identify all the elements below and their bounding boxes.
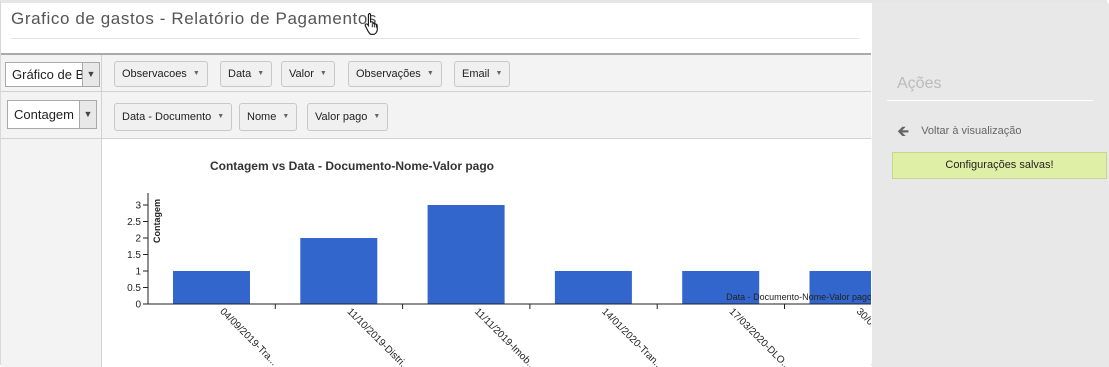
y-tick-label: 2: [135, 234, 141, 245]
field-chip[interactable]: Observacoes ▼: [114, 61, 208, 87]
bar: [554, 271, 632, 304]
field-chip-label: Observacoes: [122, 68, 187, 80]
actions-panel: Ações 🡸 Voltar à visualização Configuraç…: [872, 3, 1109, 367]
caret-down-icon: ▼: [426, 70, 434, 78]
back-to-view-link[interactable]: 🡸 Voltar à visualização: [897, 124, 1022, 139]
field-chip[interactable]: Email ▼: [454, 61, 511, 87]
field-chip-label: Observações: [356, 68, 421, 80]
caret-down-icon: ▼: [257, 70, 265, 78]
hand-cursor-icon: [364, 12, 378, 35]
x-tick-label: 17/03/2020-DLO...: [727, 306, 793, 367]
field-chip-label: Data: [228, 68, 252, 80]
x-tick-label: 04/09/2019-Tra...: [217, 306, 279, 367]
caret-down-icon: ▼: [217, 113, 225, 121]
y-axis-label: Contagem: [152, 199, 162, 243]
bar-chart-svg: Contagem vs Data - Documento-Nome-Valor …: [127, 159, 871, 367]
caret-down-icon: ▼: [319, 70, 327, 78]
actions-title: Ações: [897, 75, 942, 92]
field-chip[interactable]: Observações ▼: [348, 61, 442, 87]
bar: [427, 205, 505, 304]
row-field-chip[interactable]: Nome ▼: [239, 103, 298, 131]
arrow-left-icon[interactable]: 🡸: [897, 124, 909, 139]
y-tick-label: 1: [135, 267, 141, 278]
chevron-down-icon[interactable]: ▼: [79, 101, 96, 128]
field-chip[interactable]: Valor ▼: [281, 61, 335, 87]
caret-down-icon: ▼: [282, 113, 290, 121]
bar-chart: Contagem vs Data - Documento-Nome-Valor …: [102, 138, 871, 367]
x-tick-label: 11/11/2019-Imob...: [472, 306, 538, 367]
pivot-left-column: [1, 139, 101, 367]
chevron-down-icon[interactable]: ▼: [82, 63, 99, 86]
row-field-chip-label: Nome: [247, 111, 277, 123]
pivot-row-fields: Contagem ▼ Data - Documento ▼ Nome ▼ Valor…: [1, 92, 871, 139]
status-message: Configurações salvas!: [892, 152, 1107, 179]
row-field-chip[interactable]: Valor pago ▼: [307, 103, 389, 131]
y-tick-label: 3: [135, 201, 141, 212]
bar: [300, 238, 378, 304]
y-tick-label: 1.5: [127, 250, 141, 261]
x-tick-label: 11/10/2019-Distri...: [345, 306, 412, 367]
caret-down-icon: ▼: [495, 70, 503, 78]
field-chip-label: Email: [462, 68, 490, 80]
caret-down-icon: ▼: [192, 70, 200, 78]
x-axis-label: Data - Documento-Nome-Valor pago: [726, 292, 871, 302]
back-to-view-label: Voltar à visualização: [921, 125, 1022, 137]
page-title: Grafico de gastos - Relatório de Pagamen…: [11, 9, 377, 28]
row-field-chip[interactable]: Data - Documento ▼: [114, 103, 233, 131]
y-tick-label: 2.5: [127, 217, 141, 228]
field-chip[interactable]: Data ▼: [220, 61, 273, 87]
main-panel: Grafico de gastos - Relatório de Pagamen…: [1, 3, 871, 367]
aggregator-select-value: Contagem: [14, 107, 74, 122]
caret-down-icon: ▼: [373, 113, 381, 121]
x-tick-label: 14/01/2020-Tran...: [599, 306, 665, 367]
renderer-select[interactable]: Gráfico de Barras ▼: [5, 62, 100, 87]
y-tick-label: 0: [135, 300, 141, 311]
actions-divider: [887, 100, 1093, 101]
row-field-chip-label: Data - Documento: [122, 111, 212, 123]
aggregator-select[interactable]: Contagem ▼: [7, 100, 97, 129]
field-chip-label: Valor: [289, 68, 314, 80]
x-tick-label: 30/09/20...: [854, 306, 871, 347]
chart-title: Contagem vs Data - Documento-Nome-Valor …: [210, 159, 494, 173]
bar: [173, 271, 250, 304]
y-tick-label: 0.5: [127, 283, 141, 294]
pivot-top-row: Gráfico de Barras ▼ Observacoes ▼ Data ▼ V…: [1, 55, 871, 92]
row-field-chip-label: Valor pago: [315, 111, 368, 123]
title-divider: [11, 38, 859, 39]
